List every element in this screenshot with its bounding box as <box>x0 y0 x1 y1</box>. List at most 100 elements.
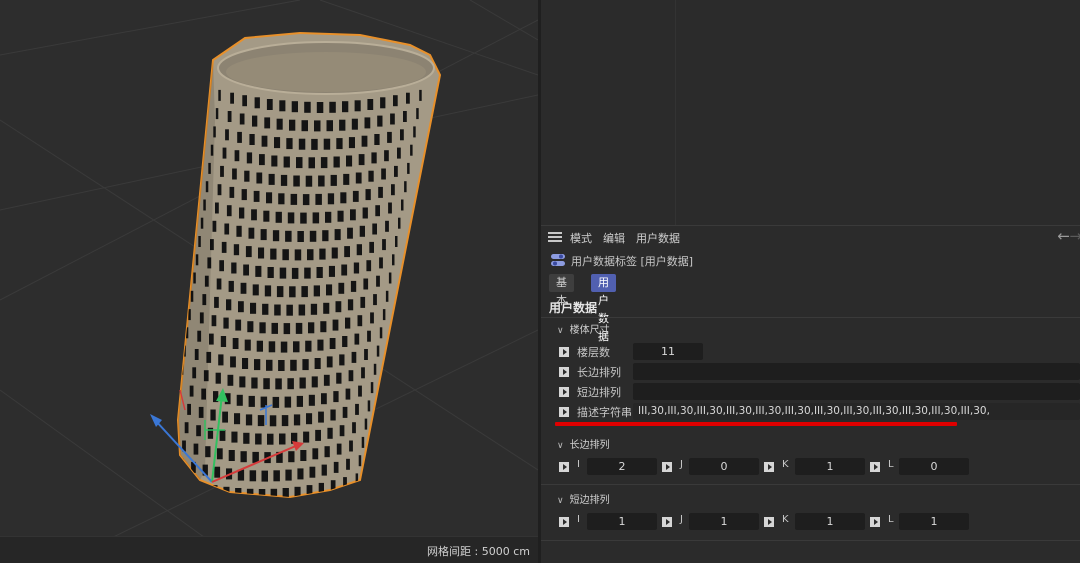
group-building-size[interactable]: ∨ 楼体尺寸 <box>557 321 610 336</box>
param-label-l: L <box>888 514 894 525</box>
window-cell <box>302 359 309 371</box>
window-cell <box>350 209 356 221</box>
keyframe-icon[interactable] <box>559 387 569 397</box>
window-cell <box>239 376 246 388</box>
window-cell <box>361 436 365 448</box>
long-l-input[interactable]: 0 <box>899 458 969 475</box>
window-cell <box>266 192 273 204</box>
window-cell <box>250 302 257 314</box>
window-cell <box>368 170 374 182</box>
window-cell <box>178 400 179 412</box>
long-side-input[interactable] <box>633 363 1080 380</box>
keyframe-icon[interactable] <box>662 517 672 527</box>
window-cell <box>308 394 315 406</box>
window-cell <box>298 138 306 150</box>
window-cell <box>283 156 290 168</box>
window-cell <box>309 230 317 242</box>
window-cell <box>289 119 296 131</box>
window-cell <box>327 193 335 205</box>
short-i-input[interactable]: 1 <box>587 513 657 530</box>
window-cell <box>321 393 327 405</box>
menu-mode[interactable]: 模式 <box>570 230 592 246</box>
window-cell <box>369 241 374 253</box>
window-cell <box>240 451 247 463</box>
object-manager-area[interactable] <box>541 0 1080 226</box>
keyframe-icon[interactable] <box>559 347 569 357</box>
window-cell <box>279 100 286 112</box>
arrow-left-icon[interactable]: ← <box>1057 227 1070 245</box>
window-cell <box>365 189 371 201</box>
window-cell <box>272 230 280 242</box>
keyframe-icon[interactable] <box>870 462 880 472</box>
right-panel: 模式 编辑 用户数据 ← → 用户数据标签 [用户数据] 基本 用户数据 用户数… <box>541 0 1080 563</box>
group-long-side-arrangement[interactable]: ∨ 长边排列 <box>557 436 610 451</box>
window-cell <box>267 433 274 445</box>
window-cell <box>319 248 326 260</box>
window-cell <box>352 190 359 202</box>
short-j-input[interactable]: 1 <box>689 513 759 530</box>
window-cell <box>367 400 371 412</box>
keyframe-icon[interactable] <box>559 462 569 472</box>
window-cell <box>273 470 280 482</box>
window-cell <box>166 473 169 484</box>
window-cell <box>312 212 320 224</box>
long-k-input[interactable]: 1 <box>795 458 865 475</box>
arrow-right-icon[interactable]: → <box>1069 227 1080 245</box>
tab-user-data[interactable]: 用户数据 <box>591 274 616 343</box>
window-cell <box>379 327 383 339</box>
window-cell <box>230 92 234 104</box>
window-cell <box>248 395 255 407</box>
tag-title-row: 用户数据标签 [用户数据] <box>541 251 1080 269</box>
keyframe-icon[interactable] <box>764 462 774 472</box>
window-cell <box>281 415 289 427</box>
menu-user-data[interactable]: 用户数据 <box>636 230 680 246</box>
window-cell <box>362 207 368 219</box>
window-cell <box>358 154 365 166</box>
keyframe-icon[interactable] <box>559 367 569 377</box>
window-cell <box>326 356 333 368</box>
window-cell <box>255 433 262 445</box>
short-l-input[interactable]: 1 <box>899 513 969 530</box>
window-cell <box>287 378 294 390</box>
window-cell <box>274 304 281 316</box>
window-cell <box>266 99 273 110</box>
window-cell <box>188 480 194 492</box>
window-cell <box>298 304 306 316</box>
keyframe-icon[interactable] <box>559 407 569 417</box>
description-string-input[interactable]: III,30,III,30,III,30,III,30,III,30,III,3… <box>633 403 1080 420</box>
group-short-side-arrangement[interactable]: ∨ 短边排列 <box>557 491 610 506</box>
long-i-input[interactable]: 2 <box>587 458 657 475</box>
window-cell <box>388 202 392 214</box>
short-side-input[interactable] <box>633 383 1080 400</box>
window-cell <box>243 264 249 276</box>
window-cell <box>355 473 359 485</box>
keyframe-icon[interactable] <box>662 462 672 472</box>
window-cell <box>332 319 339 331</box>
window-cell <box>256 172 263 184</box>
short-k-input[interactable]: 1 <box>795 513 865 530</box>
tab-basic[interactable]: 基本 <box>549 274 574 307</box>
window-cell <box>333 461 339 473</box>
window-cell <box>222 411 228 423</box>
3d-viewport[interactable]: 网格间距 : 5000 cm <box>0 0 538 563</box>
window-cell <box>314 120 321 132</box>
window-cell <box>373 363 377 375</box>
keyframe-icon[interactable] <box>559 517 569 527</box>
hamburger-menu-icon[interactable] <box>548 232 562 242</box>
window-cell <box>252 115 258 127</box>
window-cell <box>373 294 377 306</box>
window-cell <box>266 359 273 371</box>
menu-edit[interactable]: 编辑 <box>603 230 625 246</box>
window-cell <box>316 267 323 278</box>
keyframe-icon[interactable] <box>870 517 880 527</box>
window-cell <box>361 135 368 147</box>
keyframe-icon[interactable] <box>764 517 774 527</box>
long-j-input[interactable]: 0 <box>689 458 759 475</box>
window-cell <box>246 152 253 164</box>
window-cell <box>318 411 324 423</box>
chevron-down-icon: ∨ <box>557 496 564 506</box>
window-cell <box>346 458 350 470</box>
window-cell <box>392 254 395 266</box>
window-cell <box>222 147 227 159</box>
floors-input[interactable]: 11 <box>633 343 703 360</box>
